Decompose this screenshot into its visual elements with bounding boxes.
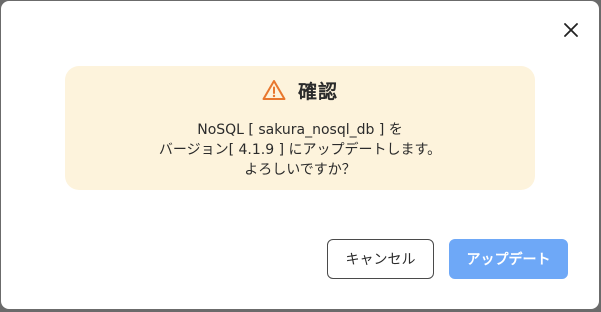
warning-icon [262,80,286,100]
confirm-header: 確認 [65,77,535,103]
dialog-title: 確認 [297,80,338,103]
cancel-button[interactable]: キャンセル [327,239,434,279]
update-button[interactable]: アップデート [449,239,568,279]
message-line-3: よろしいですか？ [244,162,356,178]
message-line-2: バージョン[ 4.1.9 ] にアップデートします。 [158,142,442,158]
confirm-message: NoSQL [ sakura_nosql_db ] を バージョン[ 4.1.9… [65,120,535,180]
confirm-panel: 確認 NoSQL [ sakura_nosql_db ] を バージョン[ 4.… [65,66,535,190]
update-confirm-dialog: 確認 NoSQL [ sakura_nosql_db ] を バージョン[ 4.… [1,1,599,309]
message-line-1: NoSQL [ sakura_nosql_db ] を [197,122,403,138]
close-icon [564,23,578,37]
close-button[interactable] [560,19,582,41]
